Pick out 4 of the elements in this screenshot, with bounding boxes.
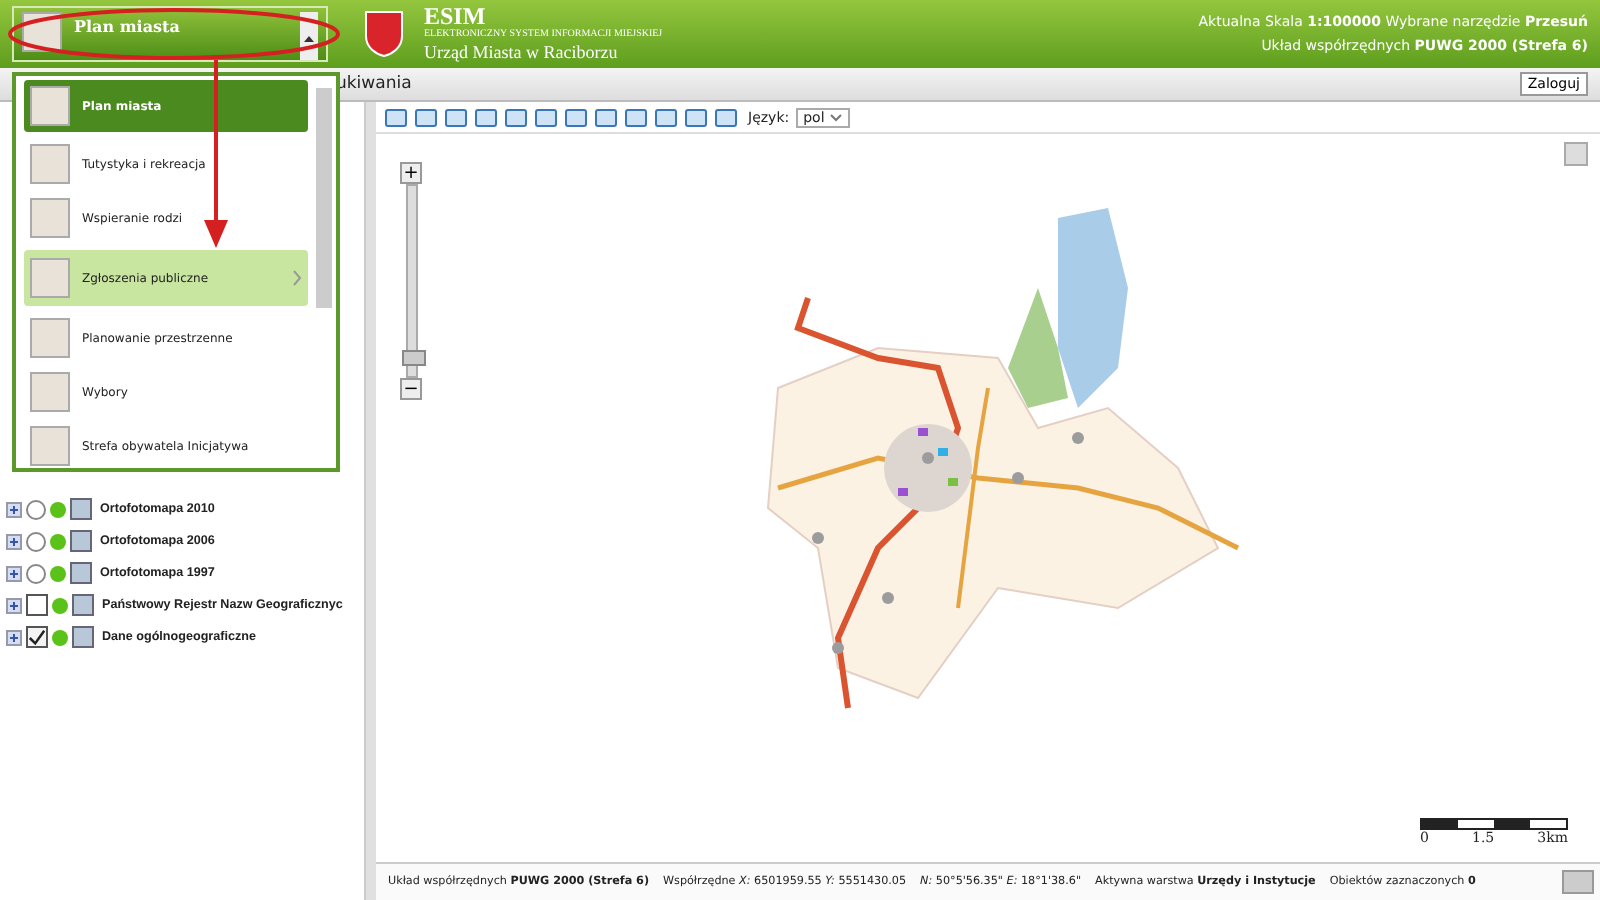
zoom-out-button[interactable]: − [400,378,422,400]
zoom-in-button[interactable]: + [400,162,422,184]
office-name: Urząd Miasta w Raciborzu [424,44,620,64]
logo-title: ESIM [424,4,486,30]
